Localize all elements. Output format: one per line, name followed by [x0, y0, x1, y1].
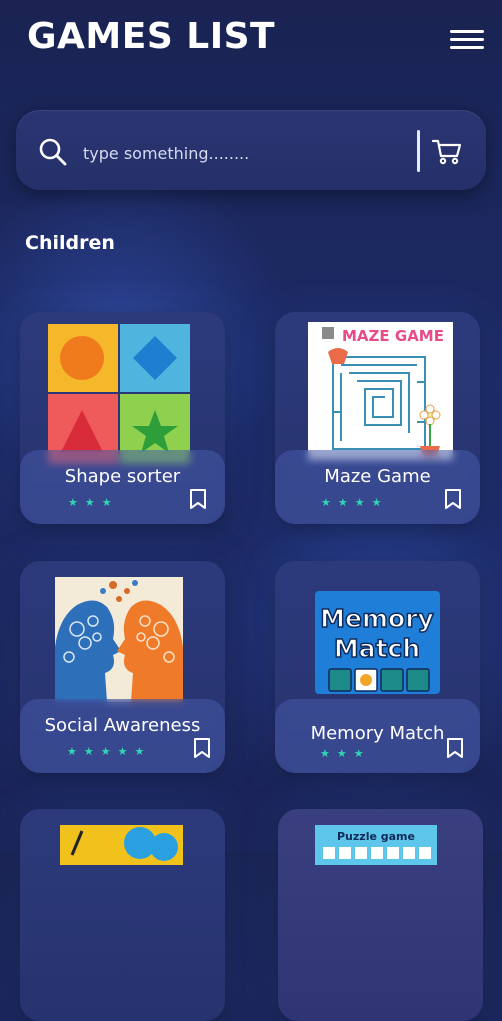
game-info: Memory Match ★★★	[275, 699, 480, 773]
game-image-social-awareness	[55, 577, 183, 702]
rating-stars: ★★★★	[321, 496, 389, 509]
search-divider	[417, 130, 420, 172]
game-image-shape-sorter	[48, 324, 190, 464]
memory-image-line1: Memory	[320, 604, 434, 633]
game-info: Maze Game ★★★★	[275, 450, 480, 524]
game-card-social-awareness[interactable]: Social Awareness ★★★★★	[20, 561, 225, 773]
game-image: Puzzle game	[315, 825, 437, 865]
maze-image-text: MAZE GAME	[342, 327, 444, 345]
bookmark-icon[interactable]	[444, 488, 462, 510]
memory-image-line2: Match	[334, 634, 420, 663]
game-info: Social Awareness ★★★★★	[20, 699, 225, 773]
game-card[interactable]: Puzzle game	[278, 809, 483, 1021]
search-icon[interactable]	[38, 137, 68, 167]
menu-icon-bar	[450, 30, 484, 33]
game-card[interactable]	[20, 809, 225, 1021]
menu-icon-bar	[450, 38, 484, 41]
game-info: Shape sorter ★★★	[20, 450, 225, 524]
rating-stars: ★★★	[68, 496, 119, 509]
menu-icon-bar	[450, 46, 484, 49]
rating-stars: ★★★	[320, 747, 371, 760]
rating-stars: ★★★★★	[67, 745, 152, 758]
game-image-memory-match: Memory Match	[315, 591, 440, 694]
section-title: Children	[25, 232, 115, 254]
bookmark-icon[interactable]	[193, 737, 211, 759]
page-title: GAMES LIST	[27, 16, 276, 57]
menu-button[interactable]	[448, 28, 486, 52]
bookmark-icon[interactable]	[189, 488, 207, 510]
game-image-maze-game: MAZE GAME	[308, 322, 453, 460]
search-input[interactable]	[81, 138, 405, 168]
cart-icon[interactable]	[430, 134, 464, 168]
game-card-shape-sorter[interactable]: Shape sorter ★★★	[20, 312, 225, 524]
puzzle-image-text: Puzzle game	[337, 830, 415, 843]
game-name: Maze Game	[324, 466, 431, 487]
game-name: Social Awareness	[44, 715, 201, 736]
game-card-memory-match[interactable]: Memory Match Memory Match ★★★	[275, 561, 480, 773]
game-card-maze-game[interactable]: MAZE GAME Maze Game ★★★★	[275, 312, 480, 524]
game-name: Shape sorter	[64, 466, 181, 487]
search-bar	[16, 110, 486, 190]
bookmark-icon[interactable]	[446, 737, 464, 759]
game-image	[60, 825, 183, 865]
